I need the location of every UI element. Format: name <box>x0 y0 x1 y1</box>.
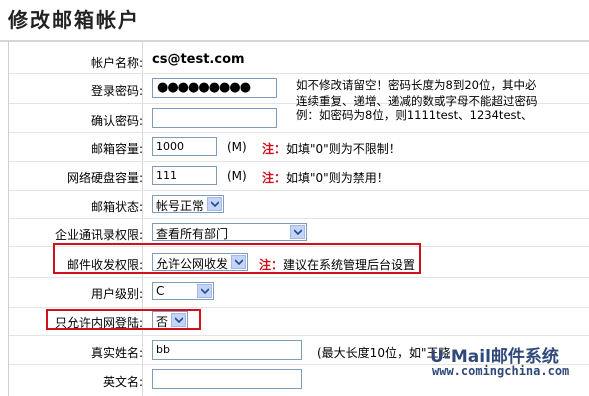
disk-quota-note-prefix: 注： <box>262 171 287 185</box>
status-dropdown-arrow[interactable] <box>207 197 222 211</box>
mailbox-quota-note-prefix: 注： <box>262 142 287 156</box>
row-confirm: 确认密码: 例：如密码为8位，则1111test、1234test、 <box>9 104 589 133</box>
real-name-label: 真实姓名: <box>90 346 143 360</box>
directory-select[interactable]: 查看所有部门 <box>152 223 307 241</box>
user-level-value: C <box>156 284 165 298</box>
real-name-input[interactable]: bb <box>152 340 302 360</box>
english-name-label: 英文名: <box>102 375 143 389</box>
title-divider <box>0 40 589 42</box>
chevron-down-icon <box>211 201 219 207</box>
directory-label: 企业通讯录权限: <box>54 228 143 242</box>
status-value: 帐号正常 <box>156 199 205 213</box>
mailbox-quota-unit: (M) <box>227 140 247 154</box>
password-hint-line1: 如不修改请留空！密码长度为8到20位，其中必 <box>296 78 537 92</box>
chevron-down-icon <box>294 229 302 235</box>
directory-dropdown-arrow[interactable] <box>290 225 305 239</box>
disk-quota-input[interactable]: 111 <box>152 166 217 185</box>
row-mailbox-quota: 邮箱容量: 1000 (M) 注：如填"0"则为不限制！ <box>9 133 589 162</box>
mailbox-quota-note: 注：如填"0"则为不限制！ <box>262 140 401 157</box>
status-select[interactable]: 帐号正常 <box>152 195 224 213</box>
row-password: 登录密码: ●●●●●●●●● 如不修改请留空！密码长度为8到20位，其中必 连… <box>9 74 589 108</box>
mailbox-quota-label: 邮箱容量: <box>90 142 143 156</box>
disk-quota-note-text: 如填"0"则为禁用！ <box>286 171 389 185</box>
user-level-select[interactable]: C <box>152 282 214 300</box>
directory-value: 查看所有部门 <box>156 227 229 241</box>
disk-quota-unit: (M) <box>227 169 247 183</box>
disk-quota-label: 网络硬盘容量: <box>66 171 143 185</box>
confirm-label: 确认密码: <box>90 114 143 128</box>
watermark-url: www.comingchina.com <box>432 364 570 378</box>
account-label: 帐户名称: <box>90 56 143 70</box>
user-level-label: 用户级别: <box>90 287 143 301</box>
confirm-password-input[interactable] <box>152 108 277 128</box>
chevron-down-icon <box>201 288 209 294</box>
password-label: 登录密码: <box>90 84 143 98</box>
account-value: cs@test.com <box>152 52 245 67</box>
row-account: 帐户名称: cs@test.com <box>9 48 589 74</box>
row-user-level: 用户级别: C <box>9 278 589 308</box>
row-status: 邮箱状态: 帐号正常 <box>9 191 589 219</box>
highlight-box-mail-permission <box>53 243 421 274</box>
row-disk-quota: 网络硬盘容量: 111 (M) 注：如填"0"则为禁用！ <box>9 162 589 191</box>
status-label: 邮箱状态: <box>90 200 143 214</box>
english-name-input[interactable] <box>152 369 302 389</box>
password-hint-line3: 例：如密码为8位，则1111test、1234test、 <box>296 108 533 122</box>
highlight-box-intranet-only <box>46 309 201 330</box>
mailbox-quota-note-text: 如填"0"则为不限制！ <box>286 142 401 156</box>
mailbox-quota-input[interactable]: 1000 <box>152 137 217 156</box>
user-level-dropdown-arrow[interactable] <box>197 284 212 298</box>
disk-quota-note: 注：如填"0"则为禁用！ <box>262 169 389 186</box>
page-title: 修改邮箱帐户 <box>8 8 140 32</box>
password-input[interactable]: ●●●●●●●●● <box>152 78 277 98</box>
